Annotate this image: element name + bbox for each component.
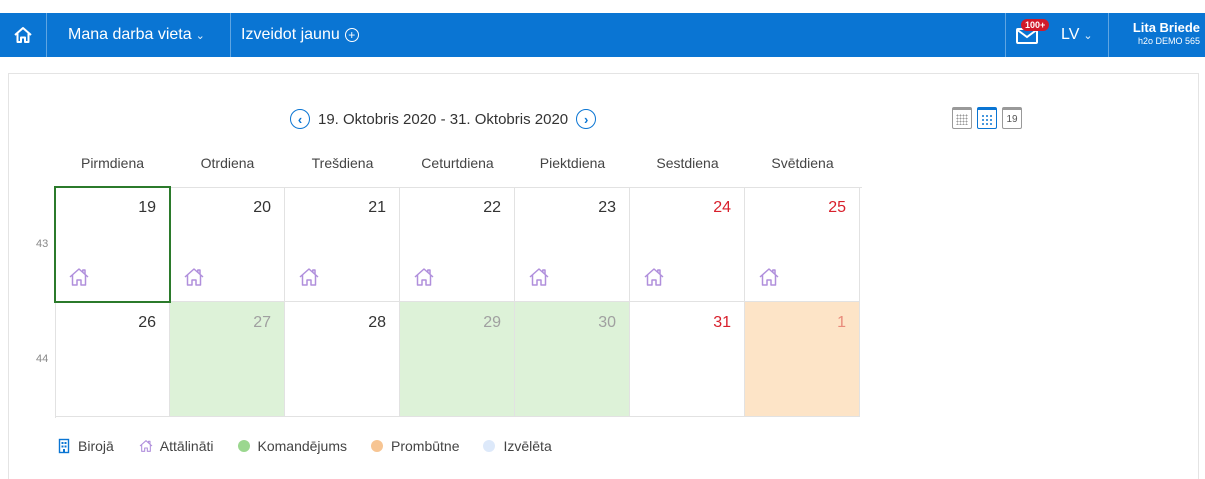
home-button[interactable] [0, 13, 47, 57]
remote-home-icon [184, 268, 204, 286]
remote-home-icon [644, 268, 664, 286]
calendar-day-cell[interactable]: 24 [630, 187, 745, 302]
view-switcher: 19 [952, 107, 1022, 129]
legend-mission-label: Komandējums [257, 438, 348, 454]
calendar-day-cell[interactable]: 19 [54, 186, 171, 303]
home-outline-icon [139, 440, 153, 452]
mail-badge: 100+ [1021, 19, 1050, 31]
day-number: 1 [837, 314, 846, 331]
remote-home-icon [69, 268, 89, 286]
weekday-label: Piektdiena [539, 155, 606, 171]
day-number: 23 [598, 199, 616, 216]
weekday-label: Otrdiena [200, 155, 255, 171]
language-label: LV [1061, 26, 1080, 43]
month-view-icon[interactable] [952, 107, 972, 129]
next-period-button[interactable]: › [576, 109, 597, 129]
legend-absence-label: Prombūtne [391, 438, 460, 454]
legend-mission: Komandējums [237, 438, 348, 454]
day-number: 28 [368, 314, 386, 331]
day-number: 21 [368, 199, 386, 216]
weekday-label: Sestdiena [656, 155, 719, 171]
day-view-icon[interactable]: 19 [1002, 107, 1022, 129]
plus-circle-icon: + [344, 28, 359, 42]
day-number: 24 [713, 199, 731, 216]
user-name: Lita Briede [1132, 20, 1200, 35]
chevron-down-icon: ⌄ [1083, 29, 1093, 42]
week-number: 44 [36, 353, 49, 365]
day-number: 22 [483, 199, 501, 216]
top-navbar: Mana darba vieta ⌄ Izveidot jaunu + 100+… [0, 13, 1205, 57]
legend: Birojā Attālināti Komandējums Prombūtne … [56, 438, 576, 454]
calendar-grid: 19 20 21 22 23 24 25 26 27 28 29 30 31 1 [54, 186, 862, 418]
create-label: Izveidot jaunu [241, 26, 340, 43]
remote-home-icon [759, 268, 779, 286]
user-menu[interactable]: Lita Briede h2o DEMO 565 [1114, 20, 1200, 47]
day-number: 31 [713, 314, 731, 331]
day-number: 27 [253, 314, 271, 331]
chevron-down-icon: ⌄ [195, 29, 205, 42]
day-number: 19 [138, 199, 156, 216]
workspace-menu[interactable]: Mana darba vieta ⌄ [68, 13, 205, 57]
remote-home-icon [414, 268, 434, 286]
divider [1005, 13, 1006, 57]
calendar-day-cell[interactable]: 23 [515, 187, 630, 302]
period-label: 19. Oktobris 2020 - 31. Oktobris 2020 [318, 110, 569, 128]
selected-dot-icon [483, 440, 496, 452]
legend-absence: Prombūtne [371, 438, 459, 454]
language-selector[interactable]: LV ⌄ [1061, 13, 1093, 57]
weekday-label: Svētdiena [771, 155, 834, 171]
day-view-label: 19 [1006, 113, 1018, 125]
calendar-day-cell[interactable]: 1 [745, 302, 860, 417]
weekday-label: Pirmdiena [80, 155, 145, 171]
day-number: 26 [138, 314, 156, 331]
day-number: 29 [483, 314, 501, 331]
legend-office: Birojā [56, 438, 114, 454]
remote-home-icon [529, 268, 549, 286]
calendar-day-cell[interactable]: 22 [400, 187, 515, 302]
create-new-button[interactable]: Izveidot jaunu + [230, 13, 359, 57]
building-icon [58, 438, 70, 454]
weekday-label: Ceturtdiena [421, 155, 494, 171]
calendar-day-cell[interactable]: 26 [55, 302, 170, 417]
day-number: 30 [598, 314, 616, 331]
legend-selected: Izvēlēta [483, 438, 552, 454]
calendar-day-cell[interactable]: 29 [400, 302, 515, 417]
legend-remote: Attālināti [138, 438, 214, 454]
day-number: 20 [253, 199, 271, 216]
period-navigator: ‹ 19. Oktobris 2020 - 31. Oktobris 2020 … [290, 108, 597, 130]
legend-remote-label: Attālināti [159, 438, 214, 454]
absence-dot-icon [371, 440, 383, 452]
week-view-icon[interactable] [977, 107, 997, 129]
previous-period-button[interactable]: ‹ [290, 109, 310, 129]
mission-dot-icon [237, 440, 250, 452]
calendar-day-cell[interactable]: 25 [745, 187, 860, 302]
calendar-day-cell[interactable]: 21 [285, 187, 400, 302]
calendar-day-cell[interactable]: 28 [285, 302, 400, 417]
divider [1108, 13, 1109, 57]
weekday-label: Trešdiena [311, 155, 374, 171]
week-number: 43 [36, 238, 49, 250]
calendar-day-cell[interactable]: 31 [630, 302, 745, 417]
day-number: 25 [828, 199, 846, 216]
legend-office-label: Birojā [78, 438, 114, 454]
user-organization: h2o DEMO 565 [1137, 36, 1200, 46]
remote-home-icon [299, 268, 319, 286]
calendar-day-cell[interactable]: 20 [170, 187, 285, 302]
home-icon [14, 27, 32, 43]
calendar-day-cell[interactable]: 30 [515, 302, 630, 417]
workspace-label: Mana darba vieta [68, 26, 192, 43]
calendar-day-cell[interactable]: 27 [170, 302, 285, 417]
top-strip [0, 0, 1205, 13]
legend-selected-label: Izvēlēta [503, 438, 552, 454]
